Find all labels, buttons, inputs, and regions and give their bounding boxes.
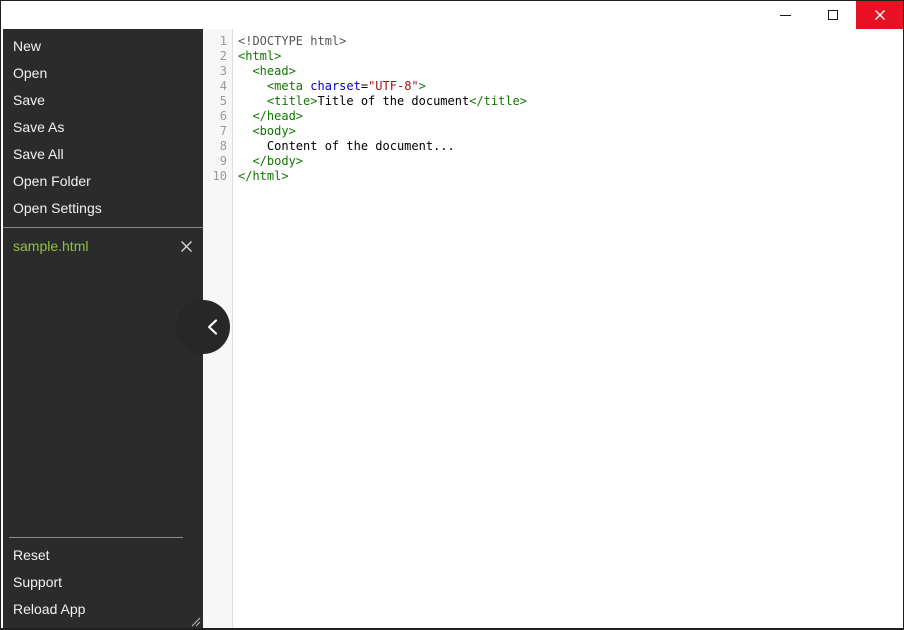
maximize-button[interactable] [809,1,856,29]
line-number: 6 [219,109,227,123]
sidebar-menu: New Open Save Save As Save All Open Folder Ope… [3,29,203,222]
sidebar-footer-menu: Reset Support Reload App [3,542,203,623]
file-tab-close-button[interactable] [179,239,193,253]
code-editor: 1 2 3 4 5 6 7 8 9 10 <!DOCTYPE html> <html> <head>… [203,29,903,628]
sidebar-item-open[interactable]: Open [3,60,203,87]
line-number: 9 [219,154,227,168]
line-number: 3 [219,64,227,78]
line-number: 2 [219,49,227,63]
line-number: 1 [219,34,227,48]
sidebar-item-reset[interactable]: Reset [3,542,203,569]
minimize-icon [780,14,791,16]
file-tab[interactable]: sample.html [3,228,203,264]
sidebar-resize-handle[interactable] [189,614,201,627]
code-line[interactable]: <title>Title of the document</title> [238,94,903,109]
sidebar: New Open Save Save As Save All Open Folder Ope… [3,29,203,628]
code-line[interactable]: </body> [238,154,903,169]
sidebar-footer: Reset Support Reload App [3,537,203,623]
sidebar-item-reload-app[interactable]: Reload App [3,596,203,623]
sidebar-item-new[interactable]: New [3,33,203,60]
sidebar-item-save-as[interactable]: Save As [3,114,203,141]
sidebar-item-support[interactable]: Support [3,569,203,596]
resize-grip-icon [191,617,201,627]
chevron-left-icon [207,319,218,335]
close-button[interactable] [856,1,903,29]
code-line[interactable]: <html> [238,49,903,64]
line-number: 5 [219,94,227,108]
code-line[interactable]: <head> [238,64,903,79]
code-line[interactable]: Content of the document... [238,139,903,154]
sidebar-item-save[interactable]: Save [3,87,203,114]
line-number: 10 [212,169,227,183]
footer-divider [9,537,183,538]
x-icon [180,240,192,252]
code-lines[interactable]: <!DOCTYPE html> <html> <head> <meta chars… [234,29,903,184]
collapse-sidebar-button[interactable] [176,300,230,354]
maximize-icon [827,10,838,20]
sidebar-item-open-folder[interactable]: Open Folder [3,168,203,195]
code-line[interactable]: <body> [238,124,903,139]
open-file-name: sample.html [13,238,89,254]
line-number: 4 [219,79,227,93]
code-line[interactable]: <!DOCTYPE html> [238,34,903,49]
close-icon [874,10,885,20]
app-window: New Open Save Save As Save All Open Folder Ope… [0,0,904,630]
code-line[interactable]: <meta charset="UTF-8"> [238,79,903,94]
sidebar-item-open-settings[interactable]: Open Settings [3,195,203,222]
titlebar [1,1,903,29]
window-controls [762,1,903,29]
minimize-button[interactable] [762,1,809,29]
code-line[interactable]: </html> [238,169,903,184]
line-number: 8 [219,139,227,153]
code-line[interactable]: </head> [238,109,903,124]
sidebar-item-save-all[interactable]: Save All [3,141,203,168]
line-number: 7 [219,124,227,138]
